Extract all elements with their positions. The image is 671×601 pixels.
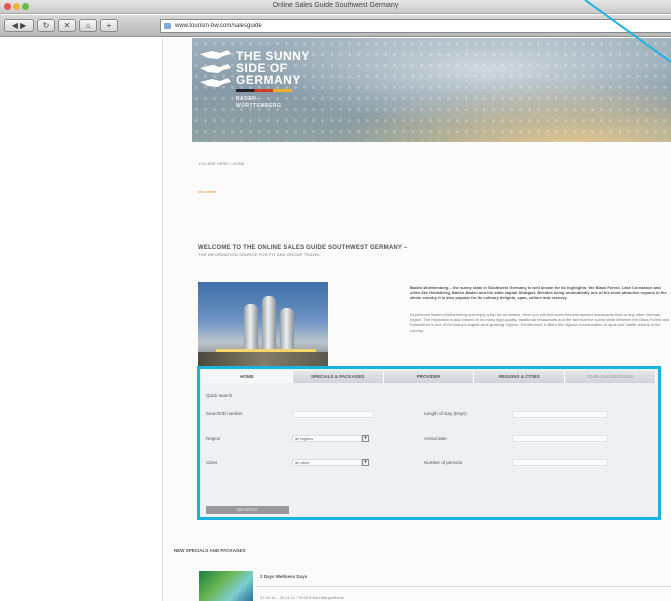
welcome-subhead: THE INFORMATION SOURCE FOR FIT AND GROUP…: [198, 252, 321, 257]
header-banner: THE SUNNY SIDE OF GERMANY BADEN- WÜRTTEM…: [192, 38, 671, 142]
cities-select[interactable]: all cities ▾: [292, 459, 369, 466]
tab-home[interactable]: HOME: [202, 371, 293, 383]
forward-arrow-icon: ▶: [20, 21, 27, 30]
hero-title: THE SUNNY SIDE OF GERMANY: [236, 50, 310, 86]
hero-title-line: GERMANY: [236, 73, 301, 87]
add-bookmark-button[interactable]: +: [100, 19, 118, 32]
tab-provider[interactable]: PROVIDER: [383, 371, 475, 383]
region-select[interactable]: all regions ▾: [292, 435, 369, 442]
hero-subtitle-line: WÜRTTEMBERG: [236, 103, 282, 109]
lion-logo-icon: [200, 50, 231, 87]
intro-paragraph-2: Experience Baden-Württemberg and enjoy a…: [410, 312, 670, 333]
length-of-stay-label: Length of stay (Days): [424, 411, 467, 416]
back-forward-button[interactable]: ◀ ▶: [4, 19, 34, 32]
main-tabs: HOME SPECIALS & PACKAGES PROVIDER REGION…: [202, 371, 656, 383]
cities-label: Cities: [206, 460, 218, 465]
tab-regions-cities[interactable]: REGIONS & CITIES: [474, 371, 566, 383]
divider: [256, 586, 671, 587]
special-item-meta: 07.09.11 – 30.11.11 / 79,00 € Bad Mergen…: [260, 595, 345, 600]
info-link[interactable]: info center: [198, 189, 668, 195]
breadcrumb[interactable]: YOU ARE HERE > HOME: [198, 161, 668, 167]
home-button[interactable]: ⌂: [79, 19, 97, 32]
browser-toolbar: ◀ ▶ ↻ ✕ ⌂ + www.tourism-bw.com/salesguid…: [0, 15, 671, 37]
reload-icon: ↻: [42, 21, 50, 30]
plus-icon: +: [106, 21, 112, 30]
chevron-down-icon[interactable]: ▾: [362, 459, 369, 466]
quick-search-title: Quick search: [206, 393, 233, 398]
new-specials-title: NEW SPECIALS AND PACKAGES: [174, 548, 246, 553]
search-button[interactable]: SEARCH: [206, 506, 289, 514]
region-selected-value: all regions: [295, 436, 314, 441]
reload-button[interactable]: ↻: [37, 19, 55, 32]
search-id-field[interactable]: [292, 411, 374, 418]
window-title: Online Sales Guide Southwest Germany: [272, 2, 399, 9]
address-bar[interactable]: www.tourism-bw.com/salesguide: [160, 19, 671, 33]
quick-search-panel: HOME SPECIALS & PACKAGES PROVIDER REGION…: [197, 366, 661, 520]
address-text: www.tourism-bw.com/salesguide: [175, 23, 262, 29]
back-arrow-icon: ◀: [11, 21, 18, 30]
photo-tower: [262, 296, 276, 356]
special-item-title[interactable]: 2 Days Wellness Days: [260, 574, 307, 579]
hero-subtitle: BADEN- WÜRTTEMBERG: [236, 96, 282, 110]
arrival-date-label: Arrival date: [424, 436, 447, 441]
search-id-label: Search/ID number: [206, 411, 243, 416]
region-label: Region: [206, 436, 221, 441]
number-of-persons-field[interactable]: [512, 459, 608, 466]
stop-icon: ✕: [63, 21, 71, 30]
tab-specials-packages[interactable]: SPECIALS & PACKAGES: [292, 371, 384, 383]
left-blank-pane: [0, 38, 163, 601]
site-favicon-icon: [164, 23, 171, 29]
chevron-down-icon[interactable]: ▾: [362, 435, 369, 442]
window-titlebar: Online Sales Guide Southwest Germany: [0, 0, 671, 14]
cities-selected-value: all cities: [295, 460, 310, 465]
tab-tour-suggestions[interactable]: TOUR SUGGESTIONS: [565, 371, 656, 383]
arrival-date-field[interactable]: [512, 435, 608, 442]
length-of-stay-field[interactable]: [512, 411, 608, 418]
architecture-photo: [198, 282, 328, 368]
special-thumbnail[interactable]: [199, 571, 253, 601]
welcome-headline: WELCOME TO THE ONLINE SALES GUIDE SOUTHW…: [198, 245, 408, 251]
stop-button[interactable]: ✕: [58, 19, 76, 32]
hero-subtitle-line: BADEN-: [236, 96, 259, 102]
intro-paragraph: Baden-Württemberg – the sunny state in S…: [410, 285, 667, 301]
home-icon: ⌂: [85, 21, 91, 30]
number-of-persons-label: Number of persons: [424, 460, 463, 465]
color-stripe: [236, 89, 292, 92]
